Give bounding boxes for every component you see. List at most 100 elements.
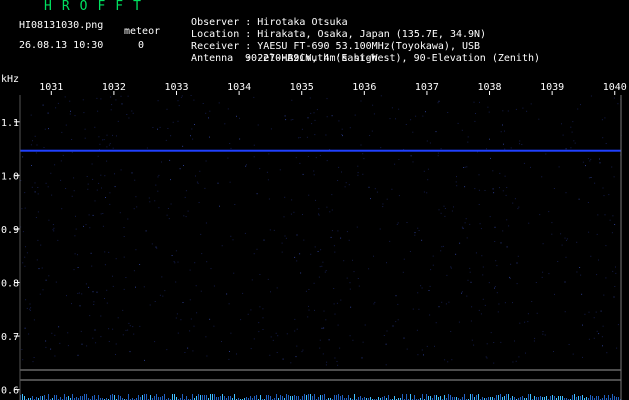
noise-spike (434, 395, 435, 400)
noise-dot (421, 349, 423, 351)
noise-dot (169, 159, 171, 161)
noise-dot (308, 194, 310, 196)
noise-dot (423, 191, 425, 193)
noise-spike (298, 396, 299, 400)
noise-dot (597, 214, 599, 216)
noise-dot (397, 303, 399, 305)
noise-dot (22, 359, 24, 361)
noise-spike (612, 394, 613, 400)
noise-dot (542, 243, 544, 245)
noise-dot (617, 324, 619, 326)
noise-spike (206, 395, 207, 400)
noise-dot (50, 348, 52, 350)
noise-dot (462, 227, 464, 229)
noise-dot (77, 254, 78, 256)
noise-spike (270, 396, 271, 400)
noise-dot (275, 332, 277, 334)
noise-dot (34, 135, 36, 137)
noise-dot (398, 195, 400, 197)
noise-dot (414, 232, 416, 234)
noise-dot (221, 341, 222, 342)
noise-spike (426, 394, 427, 400)
noise-dot (294, 318, 296, 320)
noise-dot (189, 299, 191, 301)
noise-dot (533, 340, 535, 342)
noise-dot (154, 341, 156, 343)
noise-dot (92, 337, 94, 339)
noise-dot (97, 155, 99, 157)
noise-dot (194, 262, 196, 264)
noise-dot (577, 108, 579, 110)
y-tick-label: 0.8 (1, 279, 19, 290)
noise-dot (164, 290, 166, 292)
noise-dot (106, 289, 108, 291)
noise-dot (29, 303, 31, 305)
noise-dot (53, 230, 55, 232)
noise-spike (254, 396, 255, 400)
noise-spike (228, 396, 229, 400)
noise-dot (120, 95, 122, 97)
noise-dot (179, 168, 181, 170)
noise-dot (39, 293, 41, 295)
noise-dot (499, 187, 500, 189)
noise-dot (94, 200, 96, 202)
noise-dot (21, 349, 23, 350)
noise-dot (530, 103, 532, 105)
noise-dot (110, 96, 112, 98)
noise-dot (24, 207, 26, 209)
noise-dot (500, 131, 502, 133)
noise-dot (461, 129, 463, 131)
noise-dot (478, 204, 480, 205)
noise-dot (469, 223, 471, 225)
noise-dot (389, 240, 391, 242)
noise-dot (55, 107, 57, 109)
noise-dot (94, 329, 96, 331)
noise-dot (325, 364, 327, 366)
noise-dot (494, 241, 496, 242)
noise-dot (319, 266, 321, 268)
noise-dot (256, 193, 258, 195)
noise-spike (506, 394, 507, 400)
y-axis: 1.1 1.0 0.9 0.8 0.7 0.6 (1, 118, 20, 397)
noise-dot (531, 301, 533, 302)
noise-dot (601, 336, 603, 338)
noise-dot (293, 211, 295, 213)
noise-dot (340, 237, 342, 239)
noise-dot (54, 164, 56, 166)
noise-dot (281, 242, 283, 244)
noise-spike (112, 394, 113, 400)
noise-dot (325, 134, 327, 136)
noise-dot (84, 137, 86, 139)
noise-dot (48, 275, 50, 277)
noise-dot (484, 304, 486, 306)
noise-spike (572, 395, 573, 400)
noise-dot (348, 239, 350, 241)
noise-spike (384, 396, 385, 400)
noise-dot (398, 159, 400, 160)
noise-dot (528, 222, 530, 224)
noise-spike (290, 396, 291, 400)
noise-spike (230, 396, 231, 400)
noise-dot (514, 340, 515, 342)
noise-dot (539, 214, 541, 216)
noise-dot (229, 143, 231, 144)
noise-dot (22, 231, 24, 233)
noise-dot (574, 142, 576, 144)
noise-dot (213, 285, 215, 287)
noise-dot (180, 319, 182, 321)
noise-dot (26, 307, 28, 309)
noise-dot (34, 182, 36, 184)
noise-dot (517, 255, 519, 257)
noise-dot (385, 343, 387, 345)
noise-dot (326, 361, 328, 363)
noise-spike (440, 396, 441, 400)
noise-dot (234, 204, 236, 205)
noise-dot (461, 291, 463, 293)
noise-dot (466, 295, 468, 297)
noise-dot (132, 326, 134, 328)
noise-dot (296, 345, 298, 347)
noise-dot (417, 227, 419, 229)
noise-dot (478, 174, 480, 176)
noise-dot (30, 114, 32, 116)
noise-dot (497, 311, 499, 313)
